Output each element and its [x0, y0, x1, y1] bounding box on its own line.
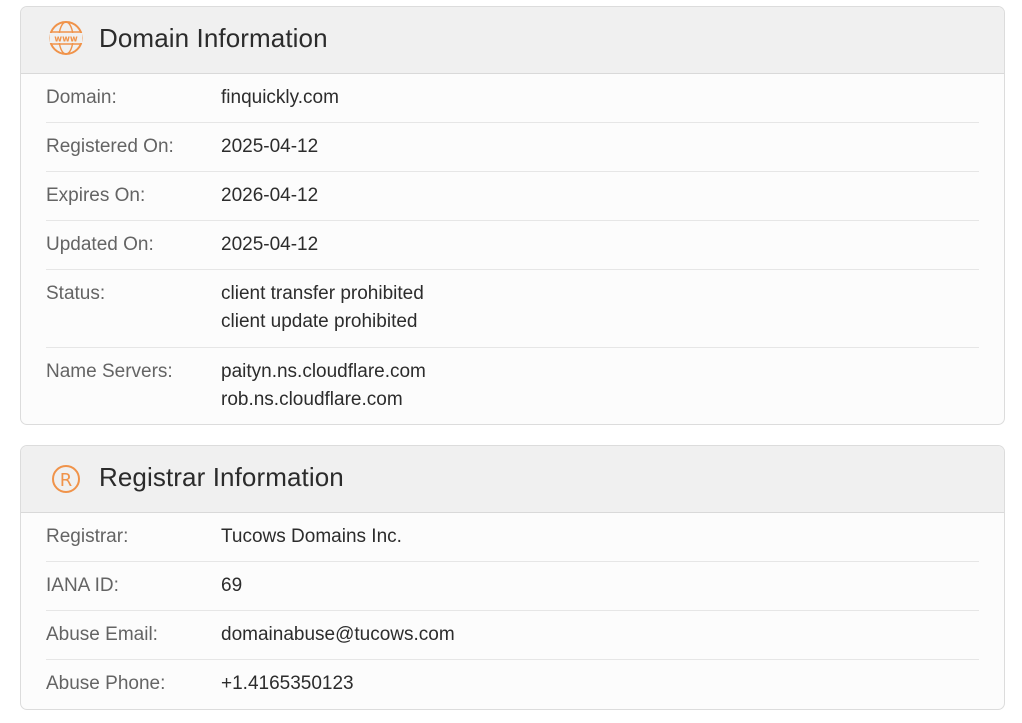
name-server-value: paityn.ns.cloudflare.com: [221, 361, 426, 382]
info-row-abuse-phone: Abuse Phone: +1.4165350123: [46, 660, 979, 709]
svg-text:www: www: [54, 35, 78, 45]
info-row-domain: Domain: finquickly.com: [46, 74, 979, 123]
registrar-information-rows: Registrar: Tucows Domains Inc. IANA ID: …: [21, 513, 1004, 709]
row-label: Abuse Email:: [46, 624, 158, 645]
info-row-status: Status: client transfer prohibited clien…: [46, 270, 979, 348]
domain-value: finquickly.com: [221, 87, 339, 108]
www-globe-icon: www: [48, 20, 84, 56]
name-server-value: rob.ns.cloudflare.com: [221, 389, 403, 410]
status-values: client transfer prohibited client update…: [221, 280, 424, 347]
abuse-phone-value: +1.4165350123: [221, 673, 354, 694]
row-label: Updated On:: [46, 234, 154, 255]
domain-information-title: Domain Information: [99, 23, 328, 53]
updated-on-value: 2025-04-12: [221, 234, 319, 255]
info-row-name-servers: Name Servers: paityn.ns.cloudflare.com r…: [46, 348, 979, 422]
iana-id-value: 69: [221, 575, 243, 596]
registrar-information-title: Registrar Information: [99, 462, 344, 492]
info-row-abuse-email: Abuse Email: domainabuse@tucows.com: [46, 611, 979, 660]
svg-text:R: R: [60, 470, 73, 491]
name-server-values: paityn.ns.cloudflare.com rob.ns.cloudfla…: [221, 358, 426, 422]
row-label: Registrar:: [46, 526, 129, 547]
info-row-iana-id: IANA ID: 69: [46, 562, 979, 611]
row-label: IANA ID:: [46, 575, 119, 596]
info-row-expires-on: Expires On: 2026-04-12: [46, 172, 979, 221]
info-row-registrar: Registrar: Tucows Domains Inc.: [46, 513, 979, 562]
domain-information-header: www Domain Information: [21, 7, 1004, 74]
row-label: Abuse Phone:: [46, 673, 166, 694]
domain-information-card: www Domain Information Domain: finquickl…: [20, 6, 1005, 425]
abuse-email-value: domainabuse@tucows.com: [221, 624, 455, 645]
row-label: Name Servers:: [46, 361, 173, 382]
row-label: Expires On:: [46, 185, 146, 206]
status-value: client update prohibited: [221, 311, 418, 332]
row-label: Status:: [46, 283, 106, 304]
expires-on-value: 2026-04-12: [221, 185, 319, 206]
registrar-value: Tucows Domains Inc.: [221, 526, 402, 547]
info-row-updated-on: Updated On: 2025-04-12: [46, 221, 979, 270]
row-label: Registered On:: [46, 136, 174, 157]
info-row-registered-on: Registered On: 2025-04-12: [46, 123, 979, 172]
registered-r-icon: R: [48, 459, 84, 495]
row-label: Domain:: [46, 87, 117, 108]
registered-on-value: 2025-04-12: [221, 136, 319, 157]
domain-information-rows: Domain: finquickly.com Registered On: 20…: [21, 74, 1004, 422]
registrar-information-card: R Registrar Information Registrar: Tucow…: [20, 445, 1005, 710]
status-value: client transfer prohibited: [221, 283, 424, 304]
registrar-information-header: R Registrar Information: [21, 446, 1004, 513]
